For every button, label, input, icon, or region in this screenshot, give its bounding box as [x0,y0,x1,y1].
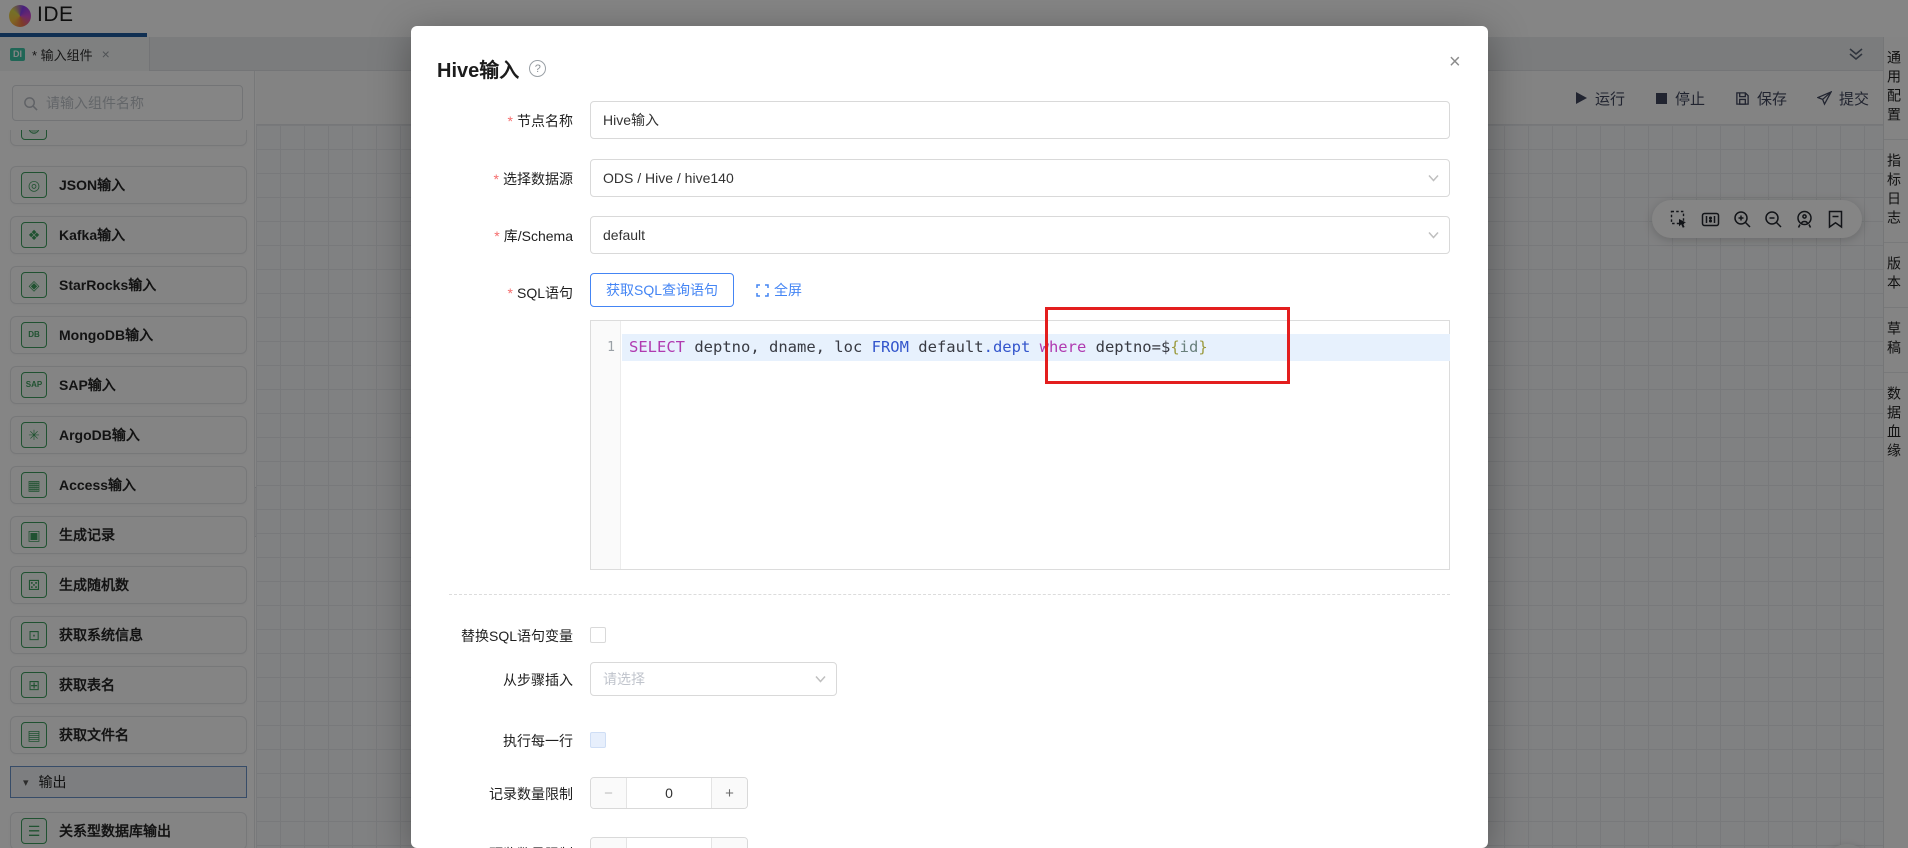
help-icon[interactable]: ? [529,60,547,77]
insert-step-select[interactable]: 请选择 [590,662,837,696]
datasource-label: * 选择数据源 [493,171,573,187]
record-limit-label: 记录数量限制 [489,786,573,802]
chevron-down-icon [1428,174,1439,182]
editor-gutter: 1 [591,321,621,569]
increment-button[interactable]: + [711,838,747,848]
ide-app: IDE DI * 输入组件 × ◍ ◎ JSON输入 ❖ Kaf [0,0,1908,848]
dialog-close-icon[interactable]: × [1449,52,1461,72]
sql-code-editor[interactable]: 1 SELECT deptno, dname, loc FROM default… [590,320,1450,570]
insert-step-label: 从步骤插入 [503,672,573,688]
section-divider [449,594,1450,595]
line-number: 1 [607,340,615,355]
execute-each-row-label: 执行每一行 [503,733,573,749]
execute-each-row-checkbox[interactable] [590,732,606,748]
hive-input-dialog: Hive输入 ? × *节点名称 *选择数据源 ODS / Hive / hiv… [411,26,1488,848]
preview-limit-label: 预览数量限制 [411,837,573,848]
record-limit-value[interactable]: 0 [627,778,711,808]
dialog-title: Hive输入 [437,60,520,82]
preview-limit-value[interactable]: 0 [627,838,711,848]
replace-vars-label: 替换SQL语句变量 [460,628,573,644]
replace-vars-checkbox[interactable] [590,627,606,643]
schema-label: * 库/Schema [494,228,573,244]
chevron-down-icon [815,675,826,683]
node-name-input[interactable] [590,101,1450,139]
preview-limit-stepper: − 0 + [590,837,748,848]
sql-label: * SQL语句 [507,285,573,301]
sql-code-line: SELECT deptno, dname, loc FROM default.d… [629,338,1208,356]
fullscreen-link[interactable]: 全屏 [756,273,802,307]
node-name-label: * 节点名称 [507,113,573,129]
increment-button[interactable]: + [711,778,747,808]
decrement-button[interactable]: − [591,778,627,808]
record-limit-stepper: − 0 + [590,777,748,809]
datasource-select[interactable]: ODS / Hive / hive140 [590,159,1450,197]
schema-select[interactable]: default [590,216,1450,254]
fullscreen-icon [756,283,769,297]
chevron-down-icon [1428,231,1439,239]
fetch-sql-button[interactable]: 获取SQL查询语句 [590,273,735,307]
decrement-button[interactable]: − [591,838,627,848]
